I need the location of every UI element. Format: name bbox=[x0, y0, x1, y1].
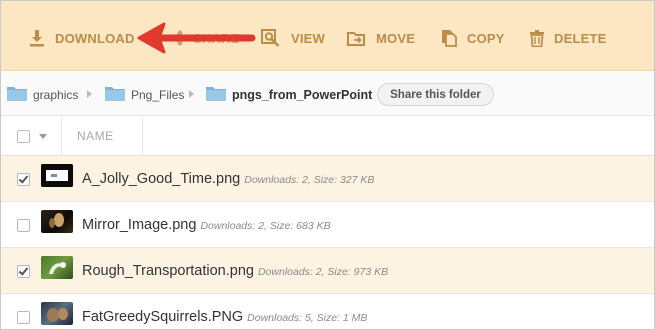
file-name-link[interactable]: Rough_Transportation.png Downloads: 2, Si… bbox=[82, 263, 388, 279]
table-row[interactable]: Mirror_Image.png Downloads: 2, Size: 683 … bbox=[1, 202, 654, 248]
file-name: A_Jolly_Good_Time.png bbox=[82, 171, 241, 187]
breadcrumb-label: pngs_from_PowerPoint bbox=[232, 87, 373, 102]
breadcrumb-label: graphics bbox=[33, 87, 79, 102]
row-checkbox[interactable] bbox=[17, 265, 30, 278]
folder-icon bbox=[206, 85, 226, 104]
trash-icon bbox=[530, 29, 544, 47]
image-thumbnail bbox=[41, 210, 73, 233]
folder-icon bbox=[7, 85, 27, 104]
file-meta: Downloads: 2, Size: 973 KB bbox=[257, 266, 389, 278]
file-meta: Downloads: 2, Size: 327 KB bbox=[244, 174, 375, 186]
table-header: NAME bbox=[1, 117, 654, 156]
file-manager-window: DOWNLOAD SHARE VIEW MOVE COPY bbox=[0, 0, 655, 330]
checkmark-icon bbox=[18, 173, 29, 184]
table-row[interactable]: FatGreedySquirrels.PNG Downloads: 5, Size… bbox=[1, 294, 654, 329]
breadcrumb-item-current: pngs_from_PowerPoint bbox=[206, 85, 372, 104]
breadcrumb: graphics Png_Files pngs_from_PowerPoint bbox=[1, 72, 654, 116]
move-icon bbox=[347, 30, 366, 46]
download-icon bbox=[29, 29, 45, 47]
view-icon bbox=[261, 29, 281, 47]
image-thumbnail bbox=[41, 256, 73, 279]
annotation-arrow-icon bbox=[137, 22, 256, 54]
breadcrumb-item-png-files[interactable]: Png_Files bbox=[105, 85, 184, 104]
breadcrumb-separator-icon bbox=[87, 90, 92, 98]
share-folder-button[interactable]: Share this folder bbox=[377, 83, 494, 106]
row-checkbox[interactable] bbox=[17, 173, 30, 186]
toolbar: DOWNLOAD SHARE VIEW MOVE COPY bbox=[1, 1, 654, 71]
column-divider bbox=[61, 117, 62, 156]
file-name: Rough_Transportation.png bbox=[82, 263, 254, 279]
file-meta: Downloads: 2, Size: 683 KB bbox=[200, 220, 331, 232]
view-button[interactable]: VIEW bbox=[261, 25, 325, 51]
breadcrumb-separator-icon bbox=[189, 90, 194, 98]
row-checkbox[interactable] bbox=[17, 219, 30, 232]
select-all-checkbox[interactable] bbox=[17, 130, 30, 143]
image-thumbnail bbox=[41, 302, 73, 325]
delete-button[interactable]: DELETE bbox=[530, 25, 606, 51]
checkmark-icon bbox=[18, 265, 29, 276]
delete-label: DELETE bbox=[554, 30, 607, 46]
copy-label: COPY bbox=[467, 30, 505, 46]
copy-button[interactable]: COPY bbox=[441, 25, 505, 51]
file-name-link[interactable]: Mirror_Image.png Downloads: 2, Size: 683 … bbox=[82, 217, 331, 233]
move-label: MOVE bbox=[376, 30, 416, 46]
move-button[interactable]: MOVE bbox=[347, 25, 415, 51]
breadcrumb-label: Png_Files bbox=[131, 87, 185, 102]
image-thumbnail bbox=[41, 164, 73, 187]
breadcrumb-item-graphics[interactable]: graphics bbox=[7, 85, 78, 104]
column-divider[interactable] bbox=[142, 117, 143, 156]
view-label: VIEW bbox=[291, 30, 326, 46]
copy-icon bbox=[441, 29, 457, 47]
download-label: DOWNLOAD bbox=[55, 30, 135, 46]
file-name: Mirror_Image.png bbox=[82, 217, 197, 233]
file-meta: Downloads: 5, Size: 1 MB bbox=[247, 312, 368, 324]
column-header-name[interactable]: NAME bbox=[77, 129, 114, 143]
file-name-link[interactable]: A_Jolly_Good_Time.png Downloads: 2, Size:… bbox=[82, 171, 374, 187]
download-button[interactable]: DOWNLOAD bbox=[29, 25, 135, 51]
table-row[interactable]: Rough_Transportation.png Downloads: 2, Si… bbox=[1, 248, 654, 294]
row-checkbox[interactable] bbox=[17, 311, 30, 324]
table-row[interactable]: A_Jolly_Good_Time.png Downloads: 2, Size:… bbox=[1, 156, 654, 202]
chevron-down-icon[interactable] bbox=[39, 134, 47, 139]
file-name: FatGreedySquirrels.PNG bbox=[82, 309, 244, 325]
folder-icon bbox=[105, 85, 125, 104]
file-name-link[interactable]: FatGreedySquirrels.PNG Downloads: 5, Size… bbox=[82, 309, 367, 325]
